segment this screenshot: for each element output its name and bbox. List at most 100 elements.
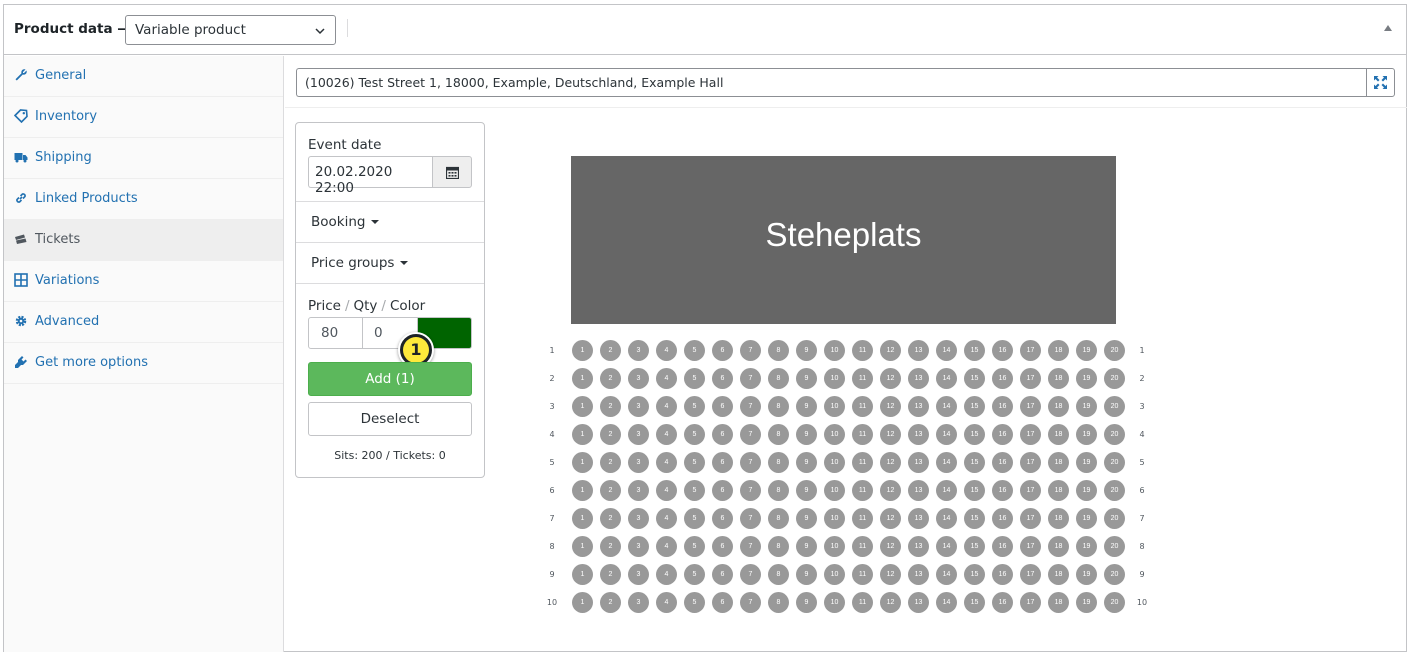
- seat[interactable]: 4: [656, 564, 677, 585]
- seat[interactable]: 11: [852, 480, 873, 501]
- seat[interactable]: 13: [908, 452, 929, 473]
- seat[interactable]: 18: [1048, 592, 1069, 613]
- seat[interactable]: 19: [1076, 592, 1097, 613]
- seat[interactable]: 18: [1048, 396, 1069, 417]
- seat[interactable]: 2: [600, 368, 621, 389]
- price-input[interactable]: 80: [308, 317, 363, 349]
- collapse-toggle-icon[interactable]: [1384, 25, 1392, 31]
- calendar-button[interactable]: [432, 156, 472, 188]
- seat[interactable]: 12: [880, 424, 901, 445]
- seat[interactable]: 1: [572, 452, 593, 473]
- seat[interactable]: 5: [684, 480, 705, 501]
- seat[interactable]: 14: [936, 536, 957, 557]
- seat[interactable]: 14: [936, 340, 957, 361]
- seat[interactable]: 18: [1048, 508, 1069, 529]
- seat[interactable]: 3: [628, 564, 649, 585]
- seat[interactable]: 4: [656, 592, 677, 613]
- seat[interactable]: 2: [600, 340, 621, 361]
- seat[interactable]: 8: [768, 396, 789, 417]
- seat[interactable]: 3: [628, 508, 649, 529]
- seat[interactable]: 20: [1104, 480, 1125, 501]
- seat[interactable]: 1: [572, 340, 593, 361]
- seat[interactable]: 8: [768, 480, 789, 501]
- seat[interactable]: 4: [656, 424, 677, 445]
- seat[interactable]: 1: [572, 564, 593, 585]
- seat[interactable]: 15: [964, 368, 985, 389]
- seat[interactable]: 15: [964, 340, 985, 361]
- seat[interactable]: 20: [1104, 536, 1125, 557]
- seat[interactable]: 5: [684, 424, 705, 445]
- seat[interactable]: 7: [740, 480, 761, 501]
- seat[interactable]: 9: [796, 424, 817, 445]
- seat[interactable]: 17: [1020, 368, 1041, 389]
- seat[interactable]: 11: [852, 340, 873, 361]
- seat[interactable]: 10: [824, 592, 845, 613]
- seat[interactable]: 13: [908, 592, 929, 613]
- seat[interactable]: 9: [796, 340, 817, 361]
- seat[interactable]: 3: [628, 592, 649, 613]
- seat[interactable]: 6: [712, 564, 733, 585]
- seat[interactable]: 13: [908, 536, 929, 557]
- seat[interactable]: 13: [908, 340, 929, 361]
- seat[interactable]: 14: [936, 564, 957, 585]
- seat[interactable]: 1: [572, 368, 593, 389]
- seat[interactable]: 18: [1048, 340, 1069, 361]
- seat[interactable]: 7: [740, 424, 761, 445]
- seat[interactable]: 1: [572, 396, 593, 417]
- seat[interactable]: 11: [852, 564, 873, 585]
- seat[interactable]: 8: [768, 564, 789, 585]
- seat[interactable]: 4: [656, 480, 677, 501]
- seat[interactable]: 14: [936, 592, 957, 613]
- seat[interactable]: 4: [656, 536, 677, 557]
- seat[interactable]: 6: [712, 508, 733, 529]
- seat[interactable]: 18: [1048, 564, 1069, 585]
- seat[interactable]: 20: [1104, 592, 1125, 613]
- seat[interactable]: 16: [992, 508, 1013, 529]
- seat[interactable]: 3: [628, 480, 649, 501]
- seat[interactable]: 6: [712, 368, 733, 389]
- seat[interactable]: 13: [908, 396, 929, 417]
- price-groups-dropdown[interactable]: Price groups: [311, 255, 409, 271]
- seat[interactable]: 2: [600, 592, 621, 613]
- seat[interactable]: 15: [964, 424, 985, 445]
- seat[interactable]: 20: [1104, 564, 1125, 585]
- seat[interactable]: 16: [992, 424, 1013, 445]
- deselect-button[interactable]: Deselect: [308, 402, 472, 436]
- seat[interactable]: 9: [796, 508, 817, 529]
- tab-linked-products[interactable]: Linked Products: [4, 179, 283, 220]
- seat[interactable]: 12: [880, 452, 901, 473]
- seat[interactable]: 17: [1020, 592, 1041, 613]
- seat[interactable]: 12: [880, 340, 901, 361]
- seat[interactable]: 20: [1104, 368, 1125, 389]
- seat[interactable]: 13: [908, 564, 929, 585]
- seat[interactable]: 16: [992, 452, 1013, 473]
- product-type-select[interactable]: Variable product: [125, 15, 336, 45]
- seat[interactable]: 15: [964, 452, 985, 473]
- seat[interactable]: 10: [824, 452, 845, 473]
- seat[interactable]: 1: [572, 508, 593, 529]
- seat[interactable]: 15: [964, 592, 985, 613]
- seat[interactable]: 6: [712, 396, 733, 417]
- seat[interactable]: 4: [656, 368, 677, 389]
- seat[interactable]: 3: [628, 368, 649, 389]
- seat[interactable]: 5: [684, 592, 705, 613]
- seat[interactable]: 9: [796, 452, 817, 473]
- seat[interactable]: 12: [880, 592, 901, 613]
- seat[interactable]: 18: [1048, 480, 1069, 501]
- seat[interactable]: 8: [768, 536, 789, 557]
- seat[interactable]: 4: [656, 452, 677, 473]
- seat[interactable]: 5: [684, 340, 705, 361]
- seat[interactable]: 12: [880, 396, 901, 417]
- seat[interactable]: 5: [684, 452, 705, 473]
- seat[interactable]: 12: [880, 564, 901, 585]
- seat[interactable]: 16: [992, 592, 1013, 613]
- seat[interactable]: 1: [572, 592, 593, 613]
- seat[interactable]: 14: [936, 480, 957, 501]
- seat[interactable]: 11: [852, 536, 873, 557]
- seat[interactable]: 10: [824, 536, 845, 557]
- fullscreen-button[interactable]: [1366, 68, 1395, 97]
- seat[interactable]: 16: [992, 564, 1013, 585]
- seat[interactable]: 2: [600, 480, 621, 501]
- seat[interactable]: 17: [1020, 452, 1041, 473]
- seat[interactable]: 13: [908, 480, 929, 501]
